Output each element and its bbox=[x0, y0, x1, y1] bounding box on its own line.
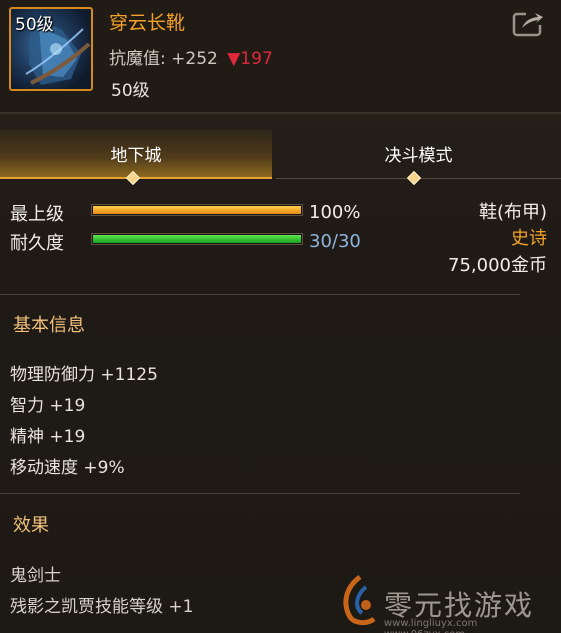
watermark-logo-icon bbox=[343, 574, 376, 626]
stat-line: 移动速度 +9% bbox=[10, 458, 125, 478]
durability-value: 30/30 bbox=[309, 231, 361, 252]
durability-label: 耐久度 bbox=[10, 233, 64, 254]
watermark-url: www.lingliuyx.com www.06zyx.com bbox=[384, 618, 478, 633]
tab-duel-mode[interactable]: 决斗模式 bbox=[276, 129, 561, 179]
header-divider bbox=[0, 112, 561, 114]
durability-bar-fill bbox=[93, 235, 301, 243]
item-slot: 鞋(布甲) bbox=[478, 202, 547, 223]
resist-label: 抗魔值: +252 bbox=[109, 49, 218, 69]
top-level-value: 100% bbox=[309, 202, 361, 223]
share-icon[interactable] bbox=[512, 8, 546, 38]
item-price: 75,000金币 bbox=[448, 255, 547, 276]
resist-delta: ▼197 bbox=[227, 49, 273, 69]
item-rarity: 史诗 bbox=[511, 228, 547, 249]
basic-info-title: 基本信息 bbox=[13, 315, 85, 336]
boots-item-icon: 50级 bbox=[9, 7, 93, 91]
top-level-bar bbox=[91, 204, 303, 216]
required-level: 50级 bbox=[111, 81, 150, 101]
item-name: 穿云长靴 bbox=[109, 12, 186, 34]
stat-line: 智力 +19 bbox=[10, 396, 86, 416]
stat-line: 精神 +19 bbox=[10, 427, 86, 447]
item-header: 50级 穿云长靴 抗魔值: +252 ▼197 50级 bbox=[0, 0, 561, 112]
icon-level-label: 50级 bbox=[15, 15, 54, 35]
section-divider bbox=[0, 294, 520, 295]
top-level-label: 最上级 bbox=[10, 204, 64, 225]
tab-dungeon[interactable]: 地下城 bbox=[0, 129, 272, 179]
resist-value: 抗魔值: +252 ▼197 bbox=[109, 44, 273, 69]
effect-skill-bonus: 残影之凯贾技能等级 +1 bbox=[10, 597, 194, 617]
top-level-bar-fill bbox=[93, 206, 301, 214]
mode-tabs: 地下城 决斗模式 bbox=[0, 129, 561, 179]
effects-title: 效果 bbox=[13, 515, 49, 536]
effect-class: 鬼剑士 bbox=[10, 566, 61, 586]
item-tooltip-panel: 50级 穿云长靴 抗魔值: +252 ▼197 50级 地下城 决斗模式 最上级… bbox=[0, 0, 561, 633]
durability-bar bbox=[91, 233, 303, 245]
section-divider bbox=[0, 493, 520, 494]
stat-line: 物理防御力 +1125 bbox=[10, 365, 158, 385]
